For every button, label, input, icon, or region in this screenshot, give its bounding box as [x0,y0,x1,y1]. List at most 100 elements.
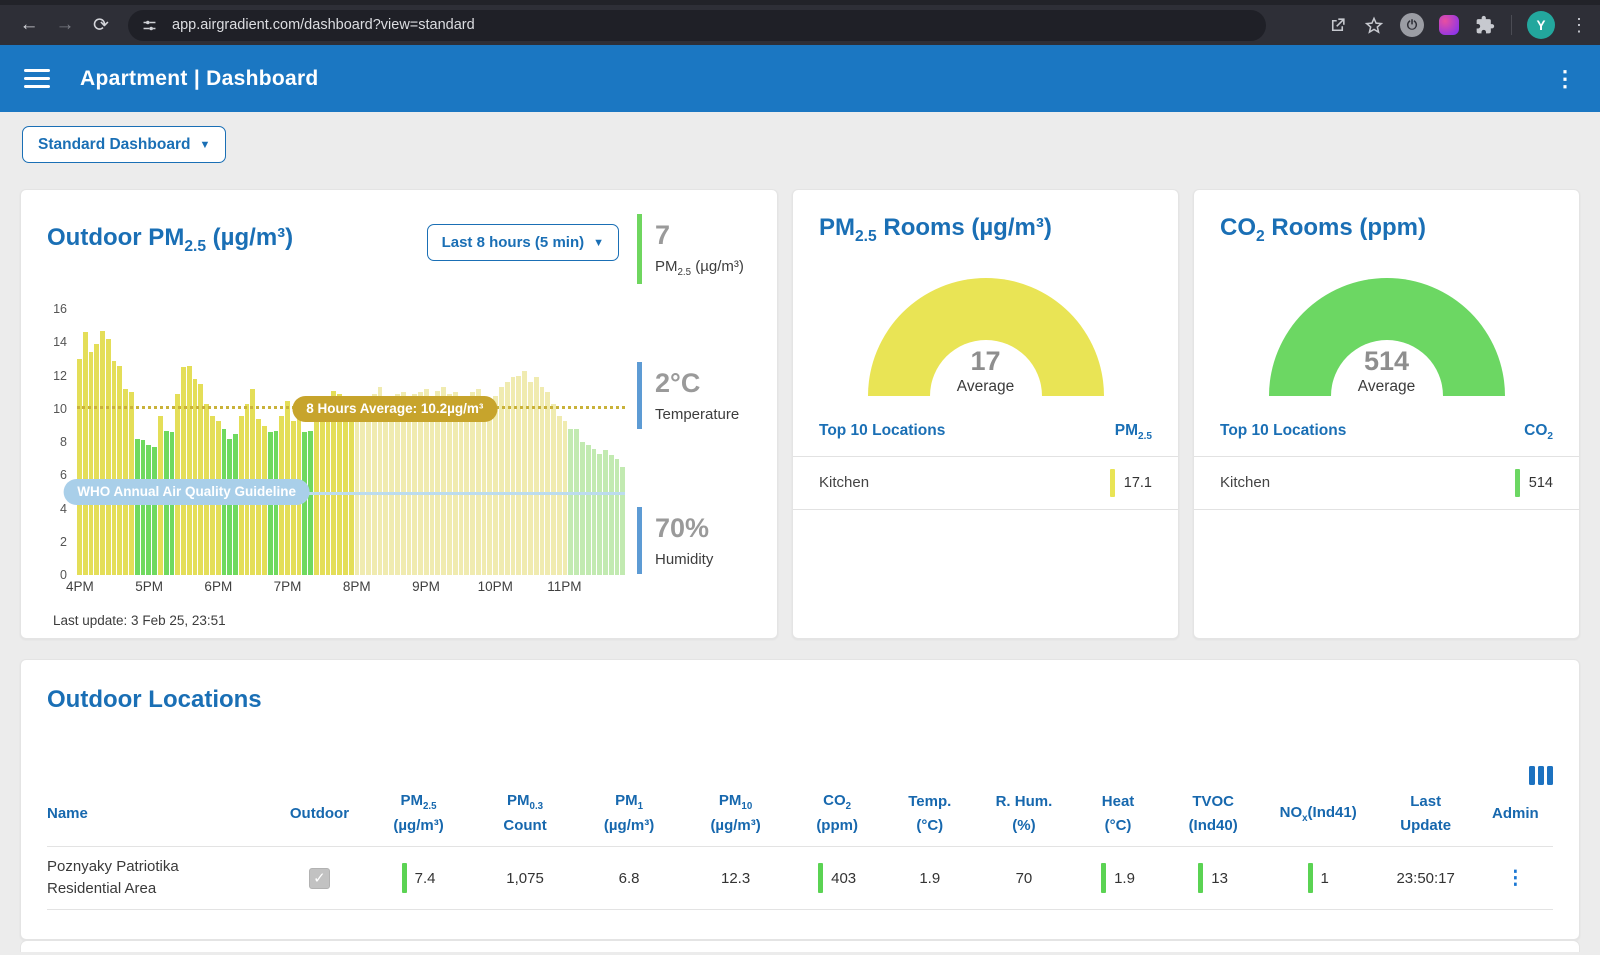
chart-bar [141,440,146,575]
cell-pm10: 12.3 [681,870,790,887]
column-header-co2: CO2(ppm) [790,789,884,837]
open-in-new-icon[interactable] [1326,14,1348,36]
chart-bar [302,432,307,575]
column-header-admin: Admin [1478,802,1553,825]
outdoor-checkbox[interactable]: ✓ [309,868,330,889]
gauge-average-value: 17 [868,346,1104,377]
metric-label: CO2 [1524,422,1553,442]
average-line: 8 Hours Average: 10.2µg/m³ [77,406,625,409]
address-bar[interactable]: app.airgradient.com/dashboard?view=stand… [128,10,1266,41]
co2-rooms-title: CO2 Rooms (ppm) [1220,214,1553,246]
dashboard-selector-button[interactable]: Standard Dashboard ▼ [22,126,226,163]
x-tick-label: 10PM [478,579,513,594]
chart-bar [557,416,562,576]
column-header-outdoor: Outdoor [275,802,364,825]
cell-last_update: 23:50:17 [1374,870,1478,887]
hamburger-menu-icon[interactable] [24,69,50,88]
location-value: 514 [1515,469,1553,497]
chevron-down-icon: ▼ [199,139,210,151]
location-value: 17.1 [1110,469,1152,497]
chart-bar [505,382,510,575]
pm25-rooms-title: PM2.5 Rooms (µg/m³) [819,214,1152,246]
cell-rhum: 70 [975,870,1072,887]
current-stats: 7 PM2.5 (µg/m³) 2°C Temperature 70% Humi… [637,212,763,628]
chart-x-axis: 4PM5PM6PM7PM8PM9PM10PM11PM [77,579,625,599]
site-settings-icon[interactable] [136,12,162,38]
chart-bar [430,396,435,576]
app-header: Apartment | Dashboard ⋮ [0,45,1600,112]
column-header-nox: NOx(Ind41) [1263,801,1374,826]
value-bar [1515,469,1520,497]
stat-pm25-value: 7 [655,220,763,251]
gauge-average-label: Average [1269,378,1505,396]
chart-bar [592,449,597,575]
time-range-label: Last 8 hours (5 min) [442,234,585,251]
top-locations-label: Top 10 Locations [819,422,945,442]
extension-power-icon[interactable]: ⏻ [1400,13,1424,37]
chart-bar [568,429,573,575]
chart-bar [528,382,533,575]
column-header-pm003: PM0.3Count [473,789,577,837]
value-bar [818,863,823,893]
row-actions-icon[interactable]: ⋮ [1506,867,1525,890]
last-update-text: Last update: 3 Feb 25, 23:51 [53,613,625,628]
x-tick-label: 8PM [343,579,371,594]
table-row[interactable]: Poznyaky Patriotika Residential Area✓7.4… [47,847,1553,910]
stat-temperature-value: 2°C [655,368,763,399]
cell-temp: 1.9 [884,870,975,887]
location-row[interactable]: Kitchen17.1 [793,457,1178,510]
app-menu-icon[interactable]: ⋮ [1554,66,1576,92]
chart-bar [152,447,157,575]
x-tick-label: 11PM [547,579,581,594]
table-body: Poznyaky Patriotika Residential Area✓7.4… [47,847,1553,910]
locations-list: Kitchen17.1 [793,456,1178,510]
chart-bar [366,402,371,575]
column-settings-icon[interactable] [1529,766,1554,785]
cell-name: Poznyaky Patriotika Residential Area [47,856,275,901]
value-bar [1308,863,1313,893]
extensions-puzzle-icon[interactable] [1474,14,1496,36]
chart-bar [314,421,319,576]
time-range-button[interactable]: Last 8 hours (5 min) ▼ [427,224,619,261]
y-tick-label: 8 [60,435,67,449]
pm25-gauge: 17 Average [868,278,1104,396]
chart-bar [563,421,568,576]
chart-bar [603,450,608,575]
column-header-name: Name [47,802,275,825]
stat-temperature: 2°C Temperature [637,362,763,429]
cell-tvoc: 13 [1164,863,1263,893]
extension-pink-icon[interactable] [1439,15,1459,35]
profile-avatar[interactable]: Y [1527,11,1555,39]
cell-heat: 1.9 [1072,863,1163,893]
location-row[interactable]: Kitchen514 [1194,457,1579,510]
back-icon[interactable]: ← [12,8,46,42]
y-tick-label: 6 [60,468,67,482]
column-header-rhum: R. Hum.(%) [975,790,1072,837]
chart-bar [117,366,122,576]
chart-bar [100,331,105,576]
average-line-badge: 8 Hours Average: 10.2µg/m³ [292,396,497,422]
stat-temperature-label: Temperature [655,406,763,423]
co2-rooms-card: CO2 Rooms (ppm) 514 Average Top 10 Locat… [1193,189,1580,639]
chart-bar [407,399,412,575]
column-header-pm25: PM2.5(µg/m³) [364,789,473,837]
outdoor-pm25-title: Outdoor PM2.5 (µg/m³) [47,224,293,256]
column-header-temp: Temp.(°C) [884,790,975,837]
forward-icon[interactable]: → [48,8,82,42]
chart-bar [106,339,111,575]
chart-bar [146,445,151,575]
bookmark-star-icon[interactable] [1363,14,1385,36]
column-header-pm1: PM1(µg/m³) [577,789,681,837]
chart-bar [383,396,388,576]
outdoor-locations-title: Outdoor Locations [47,686,1553,714]
chart-bar [574,429,579,575]
x-tick-label: 9PM [412,579,440,594]
who-guideline-badge: WHO Annual Air Quality Guideline [63,479,310,505]
x-tick-label: 7PM [274,579,302,594]
chart-plot-area[interactable]: 8 Hours Average: 10.2µg/m³ WHO Annual Ai… [77,309,625,575]
value-bar [1101,863,1106,893]
chart-bar [551,404,556,575]
browser-menu-icon[interactable]: ⋮ [1570,16,1588,34]
column-header-last_update: LastUpdate [1374,790,1478,837]
reload-icon[interactable]: ⟳ [84,8,118,42]
